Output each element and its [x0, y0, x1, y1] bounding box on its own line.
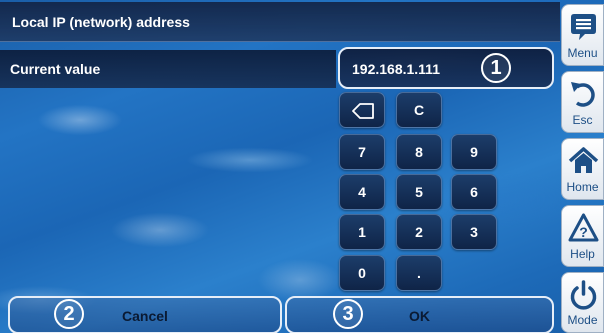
cancel-button-label: Cancel	[122, 308, 168, 324]
sidebar-item-mode[interactable]: Mode	[561, 272, 604, 333]
sidebar-item-label: Mode	[567, 313, 598, 327]
sidebar-item-label: Help	[570, 247, 595, 261]
key-4[interactable]: 4	[339, 174, 385, 210]
sidebar-item-label: Menu	[567, 46, 598, 60]
sidebar-item-help[interactable]: ? Help	[561, 205, 604, 267]
title-bar: Local IP (network) address	[0, 2, 560, 42]
undo-arrow-icon	[571, 82, 595, 107]
ip-address-value: 192.168.1.111	[352, 61, 440, 77]
menu-icon	[571, 14, 596, 40]
ip-address-field[interactable]: 192.168.1.111	[338, 47, 554, 89]
key-3[interactable]: 3	[451, 214, 497, 250]
home-icon	[568, 147, 599, 173]
key-7[interactable]: 7	[339, 134, 385, 170]
help-warning-icon: ?	[568, 213, 599, 242]
sidebar-item-home[interactable]: Home	[561, 138, 604, 200]
callout-marker-2: 2	[54, 299, 84, 329]
ok-button-label: OK	[409, 308, 430, 324]
sidebar-item-esc[interactable]: Esc	[561, 71, 604, 133]
key-8[interactable]: 8	[396, 134, 442, 170]
clear-key[interactable]: C	[396, 92, 442, 128]
key-decimal-point[interactable]: .	[396, 255, 442, 291]
key-1[interactable]: 1	[339, 214, 385, 250]
sidebar-item-label: Home	[566, 180, 599, 194]
current-value-label: Current value	[10, 61, 101, 77]
svg-text:?: ?	[579, 224, 588, 240]
cancel-button[interactable]: Cancel	[8, 296, 282, 333]
power-icon	[570, 280, 597, 310]
sidebar-item-label: Esc	[572, 113, 593, 127]
key-6[interactable]: 6	[451, 174, 497, 210]
screen: Local IP (network) address Current value…	[0, 0, 604, 333]
key-5[interactable]: 5	[396, 174, 442, 210]
key-9[interactable]: 9	[451, 134, 497, 170]
backspace-arrow-icon	[352, 103, 374, 119]
current-value-row: Current value	[0, 50, 336, 88]
page-title: Local IP (network) address	[12, 14, 190, 30]
callout-marker-1: 1	[481, 53, 511, 83]
sidebar-item-menu[interactable]: Menu	[561, 4, 604, 66]
backspace-key[interactable]	[339, 92, 385, 128]
ok-button[interactable]: OK	[285, 296, 554, 333]
key-2[interactable]: 2	[396, 214, 442, 250]
key-0[interactable]: 0	[339, 255, 385, 291]
callout-marker-3: 3	[333, 299, 363, 329]
